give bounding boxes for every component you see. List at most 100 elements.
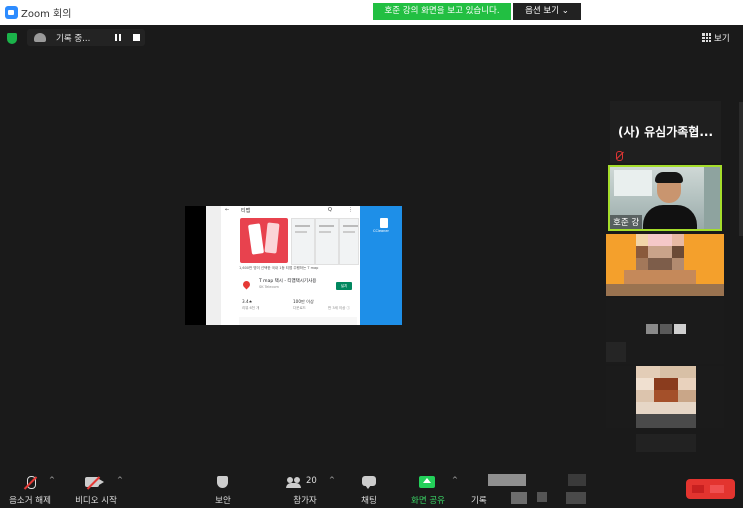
blurred-pixel <box>488 474 526 486</box>
participants-options-caret-icon[interactable]: ^ <box>329 476 335 484</box>
video-background <box>614 170 652 196</box>
blurred-pixel <box>654 390 678 402</box>
participant-tile[interactable] <box>606 298 724 364</box>
video-background <box>704 167 720 229</box>
participants-label: 참가자 <box>293 496 317 506</box>
blurred-pixel <box>606 284 724 296</box>
view-layout-button[interactable]: 보기 <box>702 30 738 46</box>
blurred-pixel <box>648 234 672 246</box>
active-speaker-video-tile[interactable]: 호준 강 <box>608 165 722 231</box>
participants-count: 20 <box>306 476 317 486</box>
security-button[interactable]: 보안 <box>206 473 240 506</box>
encryption-shield-icon[interactable] <box>7 33 17 44</box>
mic-muted-icon <box>616 151 623 161</box>
stop-recording-icon[interactable] <box>133 34 140 41</box>
share-screen-button[interactable]: 화면 공유 <box>410 473 446 506</box>
audio-options-caret-icon[interactable]: ^ <box>49 476 55 484</box>
start-video-label: 비디오 시작 <box>75 496 117 506</box>
blurred-pixel <box>648 246 672 258</box>
blurred-pixel <box>636 402 696 414</box>
feature-graphic <box>240 218 288 263</box>
zoom-logo-icon <box>5 6 18 19</box>
app-screenshot <box>291 218 315 265</box>
video-options-caret-icon[interactable]: ^ <box>117 476 123 484</box>
shield-icon <box>217 476 228 488</box>
blurred-pixel <box>672 258 684 270</box>
play-store-screen: ← 티맵 Q ⋮ 1,600만 명이 선택한 국내 1등 티맵 주행하는 T m… <box>221 206 360 325</box>
blurred-pixel <box>678 378 696 390</box>
blurred-pixel <box>568 474 586 486</box>
recording-label: 기록 중... <box>56 34 91 44</box>
stat-label: 만 3세 이상 ⓘ <box>328 306 350 310</box>
blurred-pixel <box>678 390 696 402</box>
end-meeting-button[interactable] <box>686 479 735 499</box>
stat-label: 리뷰 6천 개 <box>242 306 260 310</box>
blurred-pixel <box>674 324 686 334</box>
meeting-toolbar: 음소거 해제 ^ 비디오 시작 ^ 보안 20 참가자 ^ 채팅 화면 공유 ^ <box>0 468 743 508</box>
blurred-pixel <box>636 234 648 246</box>
chat-label: 채팅 <box>361 496 377 506</box>
blurred-pixel <box>636 246 648 258</box>
blurred-pixel <box>660 324 672 334</box>
blurred-pixel <box>710 485 724 493</box>
desktop-app-icon <box>380 218 388 228</box>
phone-mockup <box>264 222 280 254</box>
more-icon: ⋮ <box>348 207 353 213</box>
blurred-pixel <box>692 485 704 493</box>
blurred-pixel <box>606 342 626 362</box>
participants-button[interactable]: 20 참가자 <box>282 473 328 506</box>
blurred-pixel <box>672 234 684 246</box>
participant-name-tile[interactable]: (사) 유심가족협... <box>610 101 721 163</box>
blurred-pixel <box>660 366 696 378</box>
people-icon <box>286 477 303 488</box>
blurred-pixel <box>636 366 660 378</box>
app-screenshot <box>315 218 339 265</box>
share-screen-label: 화면 공유 <box>411 496 445 506</box>
store-header: ← 티맵 Q ⋮ <box>221 206 360 215</box>
tmap-pin-icon <box>241 279 252 290</box>
blurred-pixel <box>636 434 696 452</box>
gallery-scrollbar[interactable] <box>739 102 743 236</box>
shared-screen[interactable]: ← 티맵 Q ⋮ 1,600만 명이 선택한 국내 1등 티맵 주행하는 T m… <box>185 206 402 325</box>
participant-video-tile[interactable] <box>606 234 724 296</box>
stat-label: 다운로드 <box>293 306 306 310</box>
screen-share-banner: 호준 강의 화면을 보고 있습니다. <box>373 3 511 20</box>
blurred-pixel <box>636 390 654 402</box>
store-tagline: 1,600만 명이 선택한 국내 1등 티맵 주행하는 T map <box>239 266 319 270</box>
start-video-button[interactable]: 비디오 시작 <box>70 473 122 506</box>
security-label: 보안 <box>215 496 231 506</box>
stat-value: 100만 이상 <box>293 299 314 304</box>
window-titlebar: Zoom 회의 호준 강의 화면을 보고 있습니다. 옵션 보기 ⌄ <box>0 0 743 25</box>
participant-video <box>643 205 697 229</box>
participant-video <box>655 172 683 183</box>
chat-bubble-icon <box>362 476 376 489</box>
phone-mirror-sidebar <box>206 206 221 325</box>
install-button: 설치 <box>336 282 352 290</box>
desktop-icon-label: CCleaner <box>373 229 389 233</box>
blurred-pixel <box>624 270 696 284</box>
blurred-pixel <box>636 258 648 270</box>
app-name: T map 택시 - 티맵택시기사용 <box>259 279 317 284</box>
share-options-caret-icon[interactable]: ^ <box>452 476 458 484</box>
store-title: 티맵 <box>241 208 251 214</box>
view-options-button[interactable]: 옵션 보기 ⌄ <box>513 3 581 20</box>
record-label[interactable]: 기록 <box>471 494 487 506</box>
recording-indicator: 기록 중... <box>27 29 145 46</box>
blurred-pixel <box>646 324 658 334</box>
phone-mockup <box>247 223 265 255</box>
view-label: 보기 <box>714 34 730 44</box>
grid-view-icon <box>702 33 711 42</box>
share-screen-icon <box>419 476 435 488</box>
store-tiles <box>239 317 357 325</box>
chat-button[interactable]: 채팅 <box>360 473 378 506</box>
participant-video-tile[interactable] <box>606 366 724 428</box>
app-developer: SK Telecom <box>259 285 279 289</box>
window-title: Zoom 회의 <box>21 9 72 20</box>
blurred-pixel <box>654 378 678 390</box>
cloud-record-icon <box>34 33 46 42</box>
app-screenshot <box>339 218 359 265</box>
blurred-pixel <box>648 258 672 270</box>
pause-recording-icon[interactable] <box>115 34 122 41</box>
blurred-pixel <box>672 246 684 258</box>
video-name-tag: 호준 강 <box>610 215 643 229</box>
